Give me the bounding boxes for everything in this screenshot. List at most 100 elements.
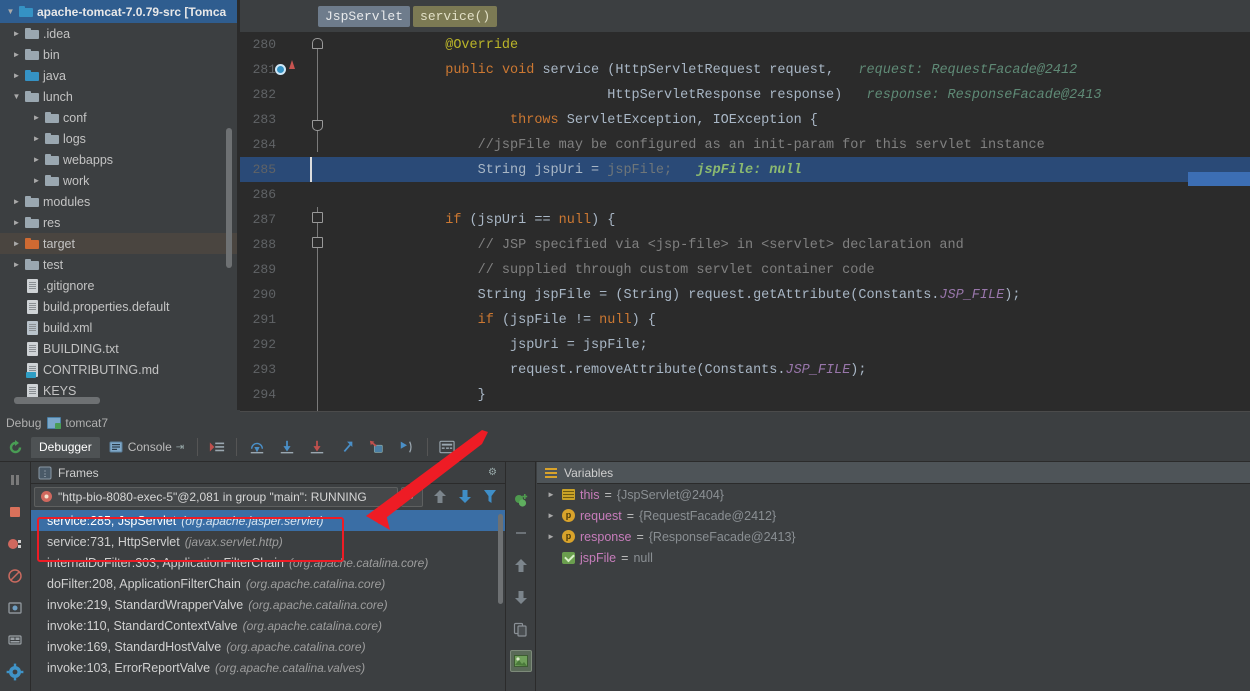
stop-icon[interactable] xyxy=(4,501,26,523)
chevron-down-icon[interactable]: ▼ xyxy=(4,7,17,16)
run-configuration-name[interactable]: tomcat7 xyxy=(65,416,108,430)
inspect-icon[interactable] xyxy=(509,650,532,672)
code-line[interactable]: 283 throws ServletException, IOException… xyxy=(240,107,1250,132)
frames-list[interactable]: service:285, JspServlet (org.apache.jaspe… xyxy=(31,510,505,691)
add-watch-icon[interactable] xyxy=(510,490,532,512)
frame-list-item[interactable]: service:731, HttpServlet (javax.servlet.h… xyxy=(31,531,505,552)
project-tree-item[interactable]: • CONTRIBUTING.md xyxy=(0,359,237,380)
project-tree-item[interactable]: ► java xyxy=(0,65,237,86)
remove-watch-icon[interactable] xyxy=(510,522,532,544)
view-breakpoints-icon[interactable] xyxy=(4,533,26,555)
project-tree-item[interactable]: ► res xyxy=(0,212,237,233)
chevron-right-icon[interactable]: ► xyxy=(10,71,23,80)
chevron-down-icon[interactable]: ▼ xyxy=(401,486,423,507)
chevron-right-icon[interactable]: ► xyxy=(10,29,23,38)
fold-collapse-icon-283[interactable] xyxy=(312,120,323,131)
code-line[interactable]: 286 xyxy=(240,182,1250,207)
code-line[interactable]: 288 // JSP specified via <jsp-file> in <… xyxy=(240,232,1250,257)
frame-list-item[interactable]: service:285, JspServlet (org.apache.jaspe… xyxy=(31,510,505,531)
chevron-right-icon[interactable]: ► xyxy=(30,134,43,143)
project-vertical-scrollbar[interactable] xyxy=(226,128,232,268)
frame-list-item[interactable]: invoke:169, StandardHostValve (org.apache… xyxy=(31,636,505,657)
run-to-cursor-icon[interactable] xyxy=(399,439,415,455)
code-editor[interactable]: 280 @Override 281 public void service (Ht… xyxy=(240,32,1250,412)
variable-row[interactable]: ► p response = {ResponseFacade@2413} xyxy=(537,526,1250,547)
project-root-row[interactable]: ▼ apache-tomcat-7.0.79-src [Tomca xyxy=(0,0,237,23)
frame-list-item[interactable]: doFilter:208, ApplicationFilterChain (org… xyxy=(31,573,505,594)
evaluate-expression-icon[interactable] xyxy=(439,439,455,455)
project-tree-item[interactable]: ► logs xyxy=(0,128,237,149)
pause-program-icon[interactable] xyxy=(4,469,26,491)
variable-row[interactable]: ► this = {JspServlet@2404} xyxy=(537,484,1250,505)
settings-icon[interactable] xyxy=(4,629,26,651)
project-tree-item[interactable]: • BUILDING.txt xyxy=(0,338,237,359)
breadcrumb-method[interactable]: service() xyxy=(413,5,498,27)
project-tree[interactable]: ► .idea ► bin ► java ▼ lunch ► conf ► logs ► webapps ►… xyxy=(0,23,237,401)
chevron-right-icon[interactable]: ► xyxy=(30,155,43,164)
breakpoint-icon[interactable] xyxy=(275,64,286,75)
project-tree-item[interactable]: ► webapps xyxy=(0,149,237,170)
frame-list-item[interactable]: invoke:103, ErrorReportValve (org.apache.… xyxy=(31,657,505,678)
drop-frame-icon[interactable] xyxy=(369,439,385,455)
variables-list[interactable]: ► this = {JspServlet@2404} ► p request = {Reques… xyxy=(537,484,1250,568)
code-line[interactable]: 282 HttpServletResponse response) respon… xyxy=(240,82,1250,107)
restore-layout-icon[interactable] xyxy=(4,597,26,619)
move-up-icon[interactable] xyxy=(432,489,448,505)
tab-debugger[interactable]: Debugger xyxy=(31,436,100,458)
copy-icon[interactable] xyxy=(510,618,532,640)
code-line[interactable]: 281 public void service (HttpServletRequ… xyxy=(240,57,1250,82)
pin-tab-icon[interactable]: ⇥ xyxy=(176,442,184,453)
editor-scrollbar-marker[interactable] xyxy=(1188,172,1250,186)
chevron-right-icon[interactable]: ► xyxy=(10,260,23,269)
code-line[interactable]: 291 if (jspFile != null) { xyxy=(240,307,1250,332)
chevron-right-icon[interactable]: ► xyxy=(10,197,23,206)
frame-list-item[interactable]: internalDoFilter:303, ApplicationFilterC… xyxy=(31,552,505,573)
chevron-right-icon[interactable]: ► xyxy=(545,490,557,499)
move-up-icon[interactable] xyxy=(510,554,532,576)
gear-icon[interactable] xyxy=(4,661,26,683)
code-line[interactable]: 284 //jspFile may be configured as an in… xyxy=(240,132,1250,157)
tab-console[interactable]: Console ⇥ xyxy=(100,437,192,458)
chevron-right-icon[interactable]: ► xyxy=(545,511,557,520)
fold-collapse-icon-289[interactable] xyxy=(312,237,323,248)
project-tree-item[interactable]: ► conf xyxy=(0,107,237,128)
fold-collapse-icon-280[interactable] xyxy=(312,38,323,49)
variable-row[interactable]: jspFile = null xyxy=(537,547,1250,568)
code-line[interactable]: 294 } xyxy=(240,382,1250,407)
project-tree-item[interactable]: ► .idea xyxy=(0,23,237,44)
frame-list-item[interactable]: invoke:110, StandardContextValve (org.apa… xyxy=(31,615,505,636)
frames-vertical-scrollbar[interactable] xyxy=(498,514,503,604)
project-tree-item[interactable]: ▼ lunch xyxy=(0,86,237,107)
project-tree-item[interactable]: • .gitignore xyxy=(0,275,237,296)
project-tree-item[interactable]: ► test xyxy=(0,254,237,275)
variable-row[interactable]: ► p request = {RequestFacade@2412} xyxy=(537,505,1250,526)
code-line[interactable]: 293 request.removeAttribute(Constants.JS… xyxy=(240,357,1250,382)
code-line[interactable]: 287 if (jspUri == null) { xyxy=(240,207,1250,232)
frames-settings-icon[interactable]: ⚙ xyxy=(488,467,497,478)
project-tree-item[interactable]: • build.xml xyxy=(0,317,237,338)
step-out-icon[interactable] xyxy=(339,439,355,455)
mute-breakpoints-icon[interactable] xyxy=(209,439,225,455)
project-tree-item[interactable]: ► target xyxy=(0,233,237,254)
breadcrumb-class[interactable]: JspServlet xyxy=(318,5,411,27)
chevron-right-icon[interactable]: ► xyxy=(545,532,557,541)
force-step-into-icon[interactable] xyxy=(309,439,325,455)
chevron-right-icon[interactable]: ► xyxy=(30,113,43,122)
project-horizontal-scrollbar[interactable] xyxy=(14,397,100,404)
step-over-icon[interactable] xyxy=(249,439,265,455)
project-tree-item[interactable]: ► modules xyxy=(0,191,237,212)
code-line[interactable]: 289 // supplied through custom servlet c… xyxy=(240,257,1250,282)
debug-restore-icon[interactable] xyxy=(0,439,31,456)
fold-collapse-icon-288[interactable] xyxy=(312,212,323,223)
chevron-down-icon[interactable]: ▼ xyxy=(10,92,23,101)
move-down-icon[interactable] xyxy=(457,489,473,505)
chevron-right-icon[interactable]: ► xyxy=(10,50,23,59)
mute-breakpoints-icon[interactable] xyxy=(4,565,26,587)
chevron-right-icon[interactable]: ► xyxy=(10,218,23,227)
chevron-right-icon[interactable]: ► xyxy=(10,239,23,248)
code-line-current[interactable]: 285 String jspUri = jspFile; jspFile: nu… xyxy=(240,157,1250,182)
project-tree-item[interactable]: • build.properties.default xyxy=(0,296,237,317)
project-tree-item[interactable]: ► work xyxy=(0,170,237,191)
thread-combo[interactable]: "http-bio-8080-exec-5"@2,081 in group "m… xyxy=(34,486,398,507)
chevron-right-icon[interactable]: ► xyxy=(30,176,43,185)
